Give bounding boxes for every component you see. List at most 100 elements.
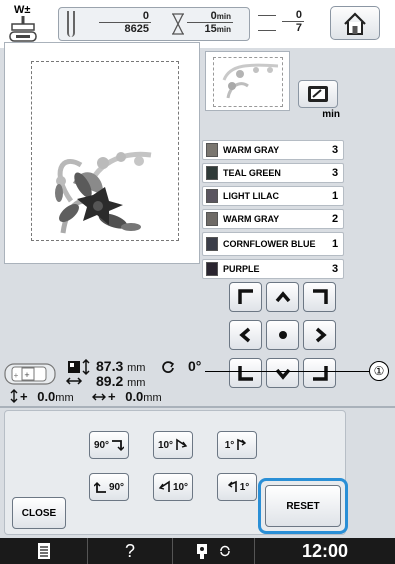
document-icon	[37, 543, 50, 559]
rotate-right-90-icon	[112, 440, 125, 452]
thread-swatch	[206, 262, 218, 276]
width-unit: mm	[127, 377, 146, 389]
move-down-button[interactable]	[266, 358, 299, 388]
rotate-left-10-label: 10°	[172, 481, 189, 493]
move-right-button[interactable]	[303, 320, 336, 350]
move-down-right-button[interactable]	[303, 358, 336, 388]
clock-time: 12:00	[301, 540, 349, 561]
center-button[interactable]	[266, 320, 299, 350]
design-size-icon	[66, 359, 90, 385]
rotate-left-1-button[interactable]: 1°	[217, 473, 257, 501]
presser-foot-icon: W±	[6, 4, 40, 44]
rotate-right-90-label: 90°	[93, 439, 110, 451]
thread-minutes: 3	[331, 167, 339, 179]
thread-minutes: 3	[331, 263, 339, 275]
rotate-left-10-icon	[158, 480, 170, 492]
list-item: PURPLE 3	[202, 259, 344, 279]
reset-button[interactable]: RESET	[265, 485, 341, 527]
h-offset-value: 0.0	[125, 389, 144, 404]
chevron-down-icon	[275, 368, 290, 380]
chevron-left-icon	[238, 327, 250, 343]
rotate-right-90-button[interactable]: 90°	[89, 431, 129, 459]
rotate-left-1-label: 1°	[239, 481, 250, 493]
design-info: + + 87.3 mm 0° 89.2 mm + 0.0mm + 0.0mm	[4, 358, 204, 408]
rotate-left-90-button[interactable]: 90°	[89, 473, 129, 501]
presser-foot-label: W±	[14, 4, 31, 16]
rotate-right-1-label: 1°	[224, 439, 235, 451]
thread-name: WARM GRAY	[223, 213, 280, 224]
thread-name: CORNFLOWER BLUE	[223, 238, 316, 249]
home-icon	[344, 12, 366, 35]
angle-value: 0	[188, 358, 196, 374]
thread-minutes: 1	[331, 190, 339, 202]
rotate-right-1-button[interactable]: 1°	[217, 431, 257, 459]
color-counter: 0 7	[252, 7, 324, 41]
thread-minutes: 3	[331, 144, 339, 156]
stitch-count: 0	[99, 10, 151, 23]
rotate-left-90-label: 90°	[108, 481, 125, 493]
rotate-left-90-icon	[93, 481, 106, 493]
thread-name: TEAL GREEN	[223, 167, 281, 178]
rotate-screen-icon	[219, 545, 230, 557]
status-bar: W± 0 8625 0min 15min 0 7	[0, 0, 395, 48]
close-button[interactable]: CLOSE	[12, 497, 66, 529]
edit-mode-button[interactable]	[298, 80, 338, 108]
chevron-right-icon	[315, 327, 327, 343]
time-total: 15	[204, 23, 217, 35]
position-arrow-pad	[229, 282, 337, 394]
rotate-right-10-label: 10°	[157, 439, 174, 451]
stitch-counter: 0 8625	[99, 10, 151, 35]
corner-down-left-icon	[237, 366, 253, 381]
thread-swatch	[206, 212, 218, 226]
center-dot-icon	[278, 331, 287, 339]
v-offset-prefix: +	[20, 389, 28, 404]
rotation-icon	[162, 361, 175, 373]
horizontal-offset-icon	[92, 393, 106, 401]
embroidery-design-image	[55, 151, 152, 234]
list-item: LIGHT LILAC 1	[202, 186, 344, 206]
thumbnail-design-image	[222, 63, 279, 99]
v-offset-value: 0.0	[37, 389, 56, 404]
time-unit-top: min	[216, 12, 231, 21]
thread-swatch	[206, 143, 218, 157]
pen-icon	[308, 86, 328, 102]
move-up-button[interactable]	[266, 282, 299, 312]
svg-text:+: +	[14, 371, 19, 380]
list-item: TEAL GREEN 3	[202, 163, 344, 183]
vertical-offset-icon	[10, 389, 18, 403]
v-offset-unit: mm	[55, 392, 74, 404]
color-total: 7	[295, 22, 302, 34]
rotate-right-1-icon	[237, 438, 247, 450]
hoop-size-icon: + +	[4, 363, 56, 385]
list-item: WARM GRAY 3	[202, 140, 344, 160]
divider	[0, 406, 395, 408]
corner-up-left-icon	[237, 289, 253, 304]
rotate-right-10-button[interactable]: 10°	[153, 431, 193, 459]
thread-minutes: 2	[331, 213, 339, 225]
progress-counter: 0 8625 0min 15min	[58, 7, 250, 41]
home-button[interactable]	[330, 6, 380, 40]
callout-line	[205, 371, 385, 372]
document-button[interactable]	[0, 538, 88, 564]
move-up-left-button[interactable]	[229, 282, 262, 312]
help-button[interactable]: ?	[88, 538, 173, 564]
corner-up-right-icon	[312, 289, 328, 304]
thread-name: PURPLE	[223, 263, 260, 274]
color-current: 0	[282, 9, 304, 22]
thread-name: LIGHT LILAC	[223, 190, 279, 201]
hourglass-icon	[172, 13, 184, 35]
thread-swatch	[206, 166, 218, 180]
thread-name: WARM GRAY	[223, 144, 280, 155]
move-down-left-button[interactable]	[229, 358, 262, 388]
move-up-right-button[interactable]	[303, 282, 336, 312]
list-item: CORNFLOWER BLUE 1	[202, 232, 344, 256]
machine-settings-icon	[196, 544, 207, 559]
time-unit-bottom: min	[216, 25, 231, 34]
help-label: ?	[124, 540, 135, 561]
thread-swatch	[206, 237, 218, 251]
rotate-right-10-icon	[176, 438, 188, 450]
rotate-left-10-button[interactable]: 10°	[153, 473, 193, 501]
move-left-button[interactable]	[229, 320, 262, 350]
rotate-left-1-icon	[227, 480, 237, 492]
settings-button[interactable]	[173, 538, 255, 564]
